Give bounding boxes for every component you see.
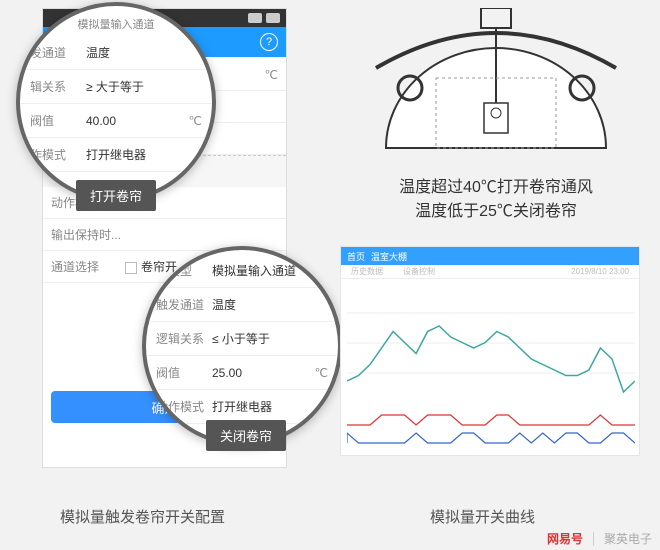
wifi-icon — [248, 13, 262, 23]
channel-sel-label: 通道选择 — [51, 258, 125, 275]
battery-icon — [266, 13, 280, 23]
chart-caption: 模拟量开关曲线 — [430, 506, 535, 527]
tab-control[interactable]: 设备控制 — [403, 266, 435, 277]
lens-bot-mode[interactable]: 打开继电器 — [212, 398, 328, 415]
threshold-unit: ℃ — [265, 68, 278, 82]
dome-caption-1: 温度超过40℃打开卷帘通风 — [340, 176, 652, 200]
page-footer: 网易号 聚英电子 — [547, 530, 652, 547]
lens-top-mode[interactable]: 打开继电器 — [86, 146, 202, 163]
lens-top-channel[interactable]: 温度 — [86, 44, 202, 61]
lens-bot-threshold[interactable]: 25.00 — [212, 366, 315, 380]
chart-date: 2019/8/10 23:00 — [571, 267, 629, 276]
lens-top-relation[interactable]: ≥ 大于等于 — [86, 78, 202, 95]
magnifier-top: 模拟量输入通道 发通道温度 辑关系≥ 大于等于 阀值40.00℃ 作模式打开继电… — [16, 2, 216, 202]
lens-bottom-tag: 关闭卷帘 — [206, 420, 286, 451]
chart-panel: 首页 温室大棚 历史数据 设备控制 2019/8/10 23:00 — [340, 246, 640, 456]
temperature-line-chart — [347, 293, 635, 403]
greenhouse-diagram — [366, 8, 626, 168]
lens-top-tag: 打开卷帘 — [76, 180, 156, 211]
brand-logo: 网易号 — [547, 530, 583, 547]
dome-caption-2: 温度低于25℃关闭卷帘 — [340, 200, 652, 224]
relay-state-chart — [347, 411, 635, 447]
magnifier-bottom: 发类型模拟量输入通道 触发通道温度 逻辑关系≤ 小于等于 阀值25.00℃ 动作… — [142, 246, 342, 446]
crumb-home[interactable]: 首页 — [347, 250, 365, 263]
crumb-device[interactable]: 温室大棚 — [371, 250, 407, 263]
chart-header: 首页 温室大棚 — [341, 247, 639, 265]
lens-bot-relation[interactable]: ≤ 小于等于 — [212, 330, 328, 347]
left-caption: 模拟量触发卷帘开关配置 — [60, 506, 225, 527]
output-hold-label: 输出保持时... — [51, 226, 125, 243]
help-icon[interactable]: ? — [260, 33, 278, 51]
author-name: 聚英电子 — [604, 530, 652, 547]
tab-history[interactable]: 历史数据 — [351, 266, 383, 277]
lens-bot-type[interactable]: 模拟量输入通道 — [212, 262, 328, 279]
lens-bot-channel[interactable]: 温度 — [212, 296, 328, 313]
lens-top-threshold[interactable]: 40.00 — [86, 114, 189, 128]
